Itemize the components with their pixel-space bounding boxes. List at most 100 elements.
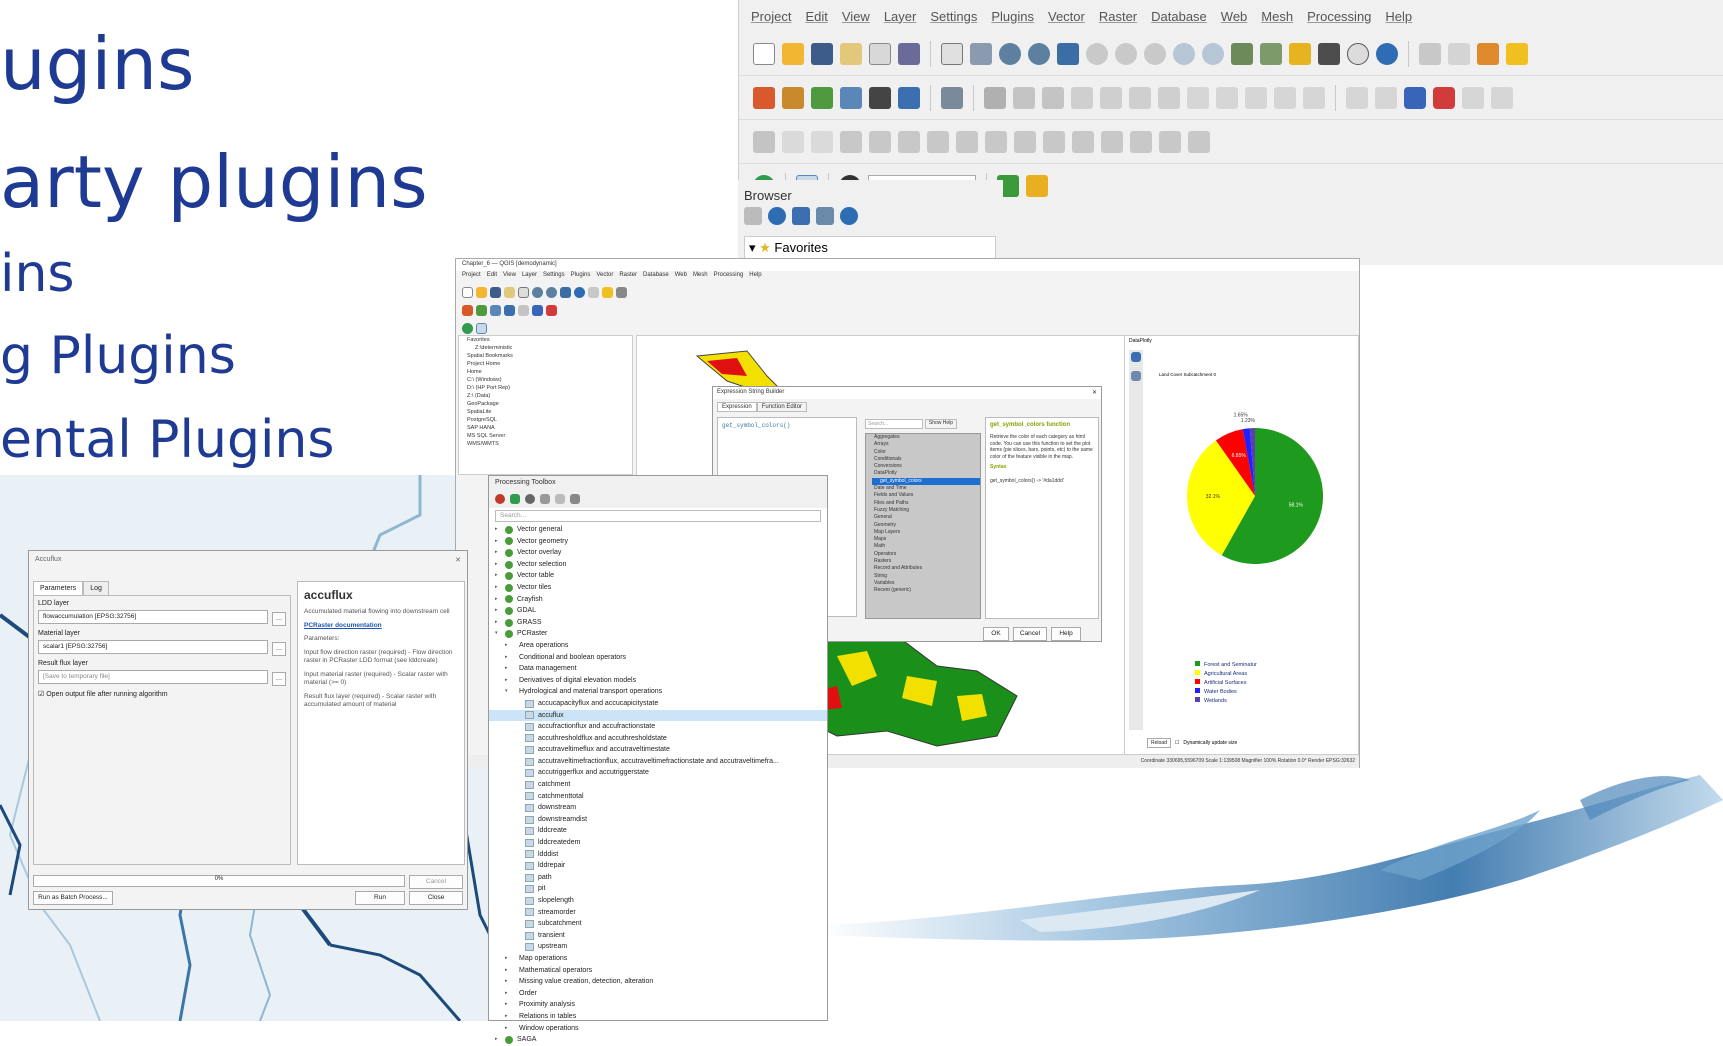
algorithm-tree-item[interactable]: ▸ GRASS: [489, 617, 827, 629]
menu-processing[interactable]: Processing: [1307, 9, 1371, 24]
data-source-manager-icon[interactable]: [462, 304, 473, 316]
cad-icon[interactable]: [753, 130, 775, 153]
pan-to-selection-icon[interactable]: [970, 42, 992, 65]
save-project-icon[interactable]: [811, 42, 833, 65]
function-group-item[interactable]: Date and Time: [874, 485, 980, 492]
edits-icon[interactable]: [984, 86, 1006, 109]
menu-project[interactable]: Project: [462, 272, 481, 282]
algorithm-tree-item[interactable]: ▸ Vector general: [489, 524, 827, 536]
open-project-icon[interactable]: [476, 286, 487, 298]
results-viewer-icon[interactable]: [540, 494, 550, 504]
function-group-item[interactable]: Conversions: [874, 463, 980, 470]
function-group-item[interactable]: Aggregates: [874, 434, 980, 441]
result-browse-button[interactable]: …: [272, 671, 286, 686]
expand-arrow-icon[interactable]: ▸: [495, 547, 501, 559]
split-features-icon[interactable]: [1072, 130, 1094, 153]
add-vector-layer-icon[interactable]: [811, 86, 833, 109]
function-group-item[interactable]: Recent (generic): [874, 587, 980, 594]
identify-icon[interactable]: [588, 286, 599, 298]
info-icon[interactable]: [840, 207, 858, 225]
cancel-button[interactable]: Cancel: [1013, 627, 1047, 641]
algorithm-tree-item[interactable]: lddrepair: [489, 860, 827, 872]
expand-arrow-icon[interactable]: ▸: [505, 1023, 511, 1035]
browser-item[interactable]: Project Home: [459, 360, 632, 368]
function-group-item[interactable]: Fuzzy Matching: [874, 507, 980, 514]
function-group-item[interactable]: String: [874, 573, 980, 580]
new-print-layout-icon[interactable]: [840, 42, 862, 65]
new-geopackage-icon[interactable]: [782, 86, 804, 109]
algorithm-tree-item[interactable]: lddcreatedem: [489, 837, 827, 849]
expand-arrow-icon[interactable]: ▸: [505, 953, 511, 965]
function-group-item[interactable]: Operators: [874, 551, 980, 558]
pin-label-icon[interactable]: [1462, 86, 1484, 109]
pan-icon[interactable]: [941, 42, 963, 65]
expand-arrow-icon[interactable]: ▸: [505, 675, 511, 687]
menu-settings[interactable]: Settings: [930, 9, 977, 24]
expand-arrow-icon[interactable]: ▸: [495, 536, 501, 548]
function-group-item[interactable]: Record and Attributes: [874, 565, 980, 572]
algorithm-tree-item[interactable]: catchment: [489, 779, 827, 791]
expand-arrow-icon[interactable]: ▸: [495, 559, 501, 571]
expand-arrow-icon[interactable]: ▸: [505, 976, 511, 988]
abc-red-label-icon[interactable]: [1433, 86, 1455, 109]
fill-ring-icon[interactable]: [927, 130, 949, 153]
browser-item[interactable]: MS SQL Server: [459, 432, 632, 440]
cut-features-icon[interactable]: [1187, 86, 1209, 109]
menu-vector[interactable]: Vector: [1048, 9, 1085, 24]
layer-labeling-icon[interactable]: [1375, 86, 1397, 109]
algorithm-tree-item[interactable]: lddcreate: [489, 825, 827, 837]
browser-item[interactable]: C:\ (Windows): [459, 376, 632, 384]
tab-log[interactable]: Log: [83, 581, 109, 596]
algorithm-tree-item[interactable]: ▸ GDAL: [489, 605, 827, 617]
menu-view[interactable]: View: [842, 9, 870, 24]
browser-item[interactable]: Z:\ (Data): [459, 392, 632, 400]
algorithm-tree-item[interactable]: subcatchment: [489, 918, 827, 930]
legend-item[interactable]: Wetlands: [1195, 697, 1257, 706]
menu-help[interactable]: Help: [1385, 9, 1412, 24]
function-group-item[interactable]: Geometry: [874, 522, 980, 529]
menu-help[interactable]: Help: [749, 272, 761, 282]
algorithm-tree-item[interactable]: ▸ Derivatives of digital elevation models: [489, 675, 827, 687]
algorithm-tree-item[interactable]: ▾ Hydrological and material transport ope…: [489, 686, 827, 698]
browser-item[interactable]: SpatiaLite: [459, 408, 632, 416]
algorithm-tree-item[interactable]: accuflux: [489, 709, 827, 722]
close-button[interactable]: Close: [409, 891, 463, 905]
menu-edit[interactable]: Edit: [805, 9, 827, 24]
print-layout-icon[interactable]: [504, 286, 515, 298]
attribute-table-icon[interactable]: [602, 286, 613, 298]
expand-arrow-icon[interactable]: ▸: [495, 1034, 501, 1046]
algorithm-tree-item[interactable]: path: [489, 872, 827, 884]
temporal-controller-icon[interactable]: [1347, 42, 1369, 65]
algorithm-tree-item[interactable]: ▸ Area operations: [489, 640, 827, 652]
algorithm-tree-item[interactable]: slopelength: [489, 895, 827, 907]
menu-edit[interactable]: Edit: [487, 272, 497, 282]
algorithm-tree-item[interactable]: transient: [489, 930, 827, 942]
browser-item[interactable]: Favorites: [459, 336, 632, 344]
bookmark-icon[interactable]: [1289, 42, 1311, 65]
rotate-symbols-icon[interactable]: [1188, 130, 1210, 153]
zoom-out-icon[interactable]: [546, 286, 557, 298]
new-3d-view-icon[interactable]: [1260, 42, 1282, 65]
function-group-item[interactable]: get_symbol_colors: [872, 477, 980, 486]
algorithm-tree-item[interactable]: ldddist: [489, 849, 827, 861]
pan-icon[interactable]: [518, 286, 529, 298]
delete-ring-icon[interactable]: [956, 130, 978, 153]
browser-item[interactable]: GeoPackage: [459, 400, 632, 408]
add-delimited-text-icon[interactable]: [941, 86, 963, 109]
add-wms-layer-icon[interactable]: [898, 86, 920, 109]
function-group-item[interactable]: Math: [874, 543, 980, 550]
plot-type-icon[interactable]: [1131, 352, 1141, 362]
algorithm-tree-item[interactable]: ▸ Vector table: [489, 570, 827, 582]
add-wms-layer-icon[interactable]: [504, 304, 515, 316]
add-part-icon[interactable]: [898, 130, 920, 153]
ldd-layer-select[interactable]: flowaccumulation [EPSG:32756]: [38, 610, 268, 624]
tab-expression[interactable]: Expression: [717, 402, 757, 412]
legend-item[interactable]: Artificial Surfaces: [1195, 679, 1257, 688]
material-layer-select[interactable]: scalar1 [EPSG:32756]: [38, 640, 268, 654]
menu-raster[interactable]: Raster: [619, 272, 637, 282]
expand-arrow-icon[interactable]: ▸: [505, 663, 511, 675]
algorithm-tree-item[interactable]: ▸ Map operations: [489, 953, 827, 965]
expand-arrow-icon[interactable]: ▸: [505, 988, 511, 1000]
tab-function-editor[interactable]: Function Editor: [756, 402, 808, 412]
browser-item[interactable]: D:\ (HP Port Rep): [459, 384, 632, 392]
